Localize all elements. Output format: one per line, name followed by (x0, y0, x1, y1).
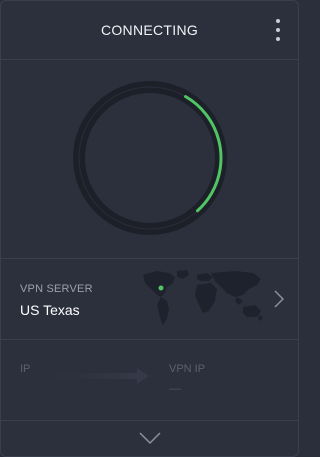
connection-progress-ring (73, 81, 227, 235)
connection-progress-arc (77, 85, 223, 231)
chevron-right-icon[interactable] (274, 290, 284, 308)
vpn-ip-label: VPN IP (169, 363, 206, 375)
world-map-icon (143, 270, 263, 325)
connection-ring-area (1, 60, 298, 259)
vpn-server-label: VPN SERVER (20, 283, 93, 295)
server-location-dot (158, 285, 164, 291)
vpn-app-window: CONNECTING VPN SERVER US Texas IP VPN IP… (0, 0, 299, 457)
ip-label: IP (20, 363, 31, 375)
ip-info-area: IP VPN IP — (1, 340, 298, 421)
more-vertical-icon[interactable] (272, 17, 284, 43)
chevron-down-icon[interactable] (139, 431, 161, 445)
header: CONNECTING (1, 1, 298, 60)
vpn-server-selector[interactable]: VPN SERVER US Texas (1, 259, 298, 340)
vpn-ip-value: — (169, 381, 181, 395)
ip-transfer-arrow-icon (31, 368, 149, 384)
vpn-server-value: US Texas (20, 302, 80, 318)
connection-status-title: CONNECTING (100, 22, 199, 38)
